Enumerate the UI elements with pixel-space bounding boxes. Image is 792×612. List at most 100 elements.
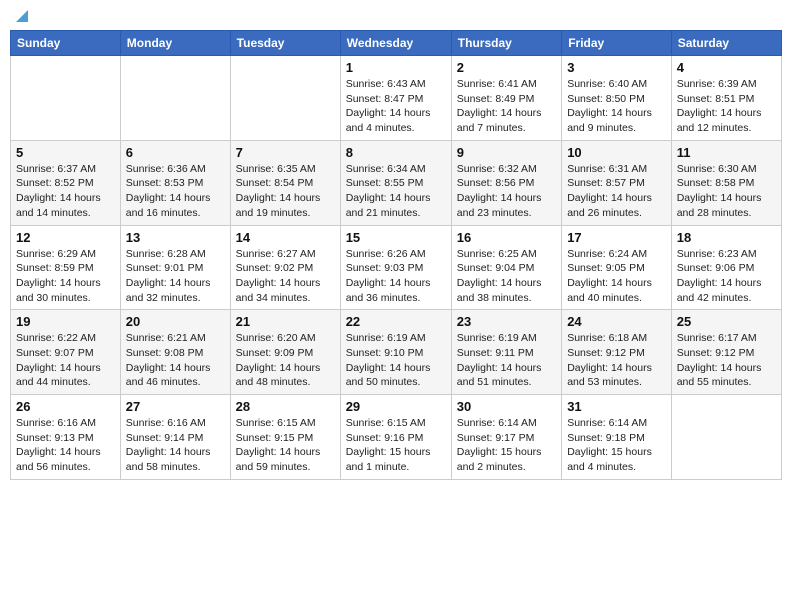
day-number: 24 [567, 314, 666, 329]
day-info: Sunrise: 6:15 AMSunset: 9:16 PMDaylight:… [346, 416, 446, 475]
header-monday: Monday [120, 31, 230, 56]
day-info: Sunrise: 6:32 AMSunset: 8:56 PMDaylight:… [457, 162, 556, 221]
day-cell: 10 Sunrise: 6:31 AMSunset: 8:57 PMDaylig… [562, 140, 672, 225]
day-cell: 19 Sunrise: 6:22 AMSunset: 9:07 PMDaylig… [11, 310, 121, 395]
day-info: Sunrise: 6:35 AMSunset: 8:54 PMDaylight:… [236, 162, 335, 221]
day-info: Sunrise: 6:15 AMSunset: 9:15 PMDaylight:… [236, 416, 335, 475]
day-number: 26 [16, 399, 115, 414]
day-cell: 15 Sunrise: 6:26 AMSunset: 9:03 PMDaylig… [340, 225, 451, 310]
day-number: 5 [16, 145, 115, 160]
day-number: 7 [236, 145, 335, 160]
header-friday: Friday [562, 31, 672, 56]
week-row-4: 19 Sunrise: 6:22 AMSunset: 9:07 PMDaylig… [11, 310, 782, 395]
day-info: Sunrise: 6:14 AMSunset: 9:17 PMDaylight:… [457, 416, 556, 475]
week-row-1: 1 Sunrise: 6:43 AMSunset: 8:47 PMDayligh… [11, 56, 782, 141]
day-cell: 1 Sunrise: 6:43 AMSunset: 8:47 PMDayligh… [340, 56, 451, 141]
day-info: Sunrise: 6:40 AMSunset: 8:50 PMDaylight:… [567, 77, 666, 136]
day-cell: 18 Sunrise: 6:23 AMSunset: 9:06 PMDaylig… [671, 225, 781, 310]
day-number: 15 [346, 230, 446, 245]
day-cell: 9 Sunrise: 6:32 AMSunset: 8:56 PMDayligh… [451, 140, 561, 225]
day-number: 28 [236, 399, 335, 414]
day-number: 20 [126, 314, 225, 329]
day-cell: 3 Sunrise: 6:40 AMSunset: 8:50 PMDayligh… [562, 56, 672, 141]
day-number: 23 [457, 314, 556, 329]
day-cell: 7 Sunrise: 6:35 AMSunset: 8:54 PMDayligh… [230, 140, 340, 225]
day-cell: 30 Sunrise: 6:14 AMSunset: 9:17 PMDaylig… [451, 395, 561, 480]
day-cell: 6 Sunrise: 6:36 AMSunset: 8:53 PMDayligh… [120, 140, 230, 225]
day-number: 10 [567, 145, 666, 160]
day-number: 11 [677, 145, 776, 160]
day-cell: 11 Sunrise: 6:30 AMSunset: 8:58 PMDaylig… [671, 140, 781, 225]
day-cell: 2 Sunrise: 6:41 AMSunset: 8:49 PMDayligh… [451, 56, 561, 141]
day-cell: 20 Sunrise: 6:21 AMSunset: 9:08 PMDaylig… [120, 310, 230, 395]
day-cell: 28 Sunrise: 6:15 AMSunset: 9:15 PMDaylig… [230, 395, 340, 480]
day-number: 25 [677, 314, 776, 329]
day-cell: 21 Sunrise: 6:20 AMSunset: 9:09 PMDaylig… [230, 310, 340, 395]
day-info: Sunrise: 6:21 AMSunset: 9:08 PMDaylight:… [126, 331, 225, 390]
day-info: Sunrise: 6:24 AMSunset: 9:05 PMDaylight:… [567, 247, 666, 306]
day-info: Sunrise: 6:16 AMSunset: 9:13 PMDaylight:… [16, 416, 115, 475]
day-info: Sunrise: 6:30 AMSunset: 8:58 PMDaylight:… [677, 162, 776, 221]
day-info: Sunrise: 6:16 AMSunset: 9:14 PMDaylight:… [126, 416, 225, 475]
day-cell: 8 Sunrise: 6:34 AMSunset: 8:55 PMDayligh… [340, 140, 451, 225]
day-info: Sunrise: 6:31 AMSunset: 8:57 PMDaylight:… [567, 162, 666, 221]
day-cell [230, 56, 340, 141]
day-info: Sunrise: 6:28 AMSunset: 9:01 PMDaylight:… [126, 247, 225, 306]
day-cell: 27 Sunrise: 6:16 AMSunset: 9:14 PMDaylig… [120, 395, 230, 480]
day-number: 12 [16, 230, 115, 245]
day-cell: 5 Sunrise: 6:37 AMSunset: 8:52 PMDayligh… [11, 140, 121, 225]
day-cell: 25 Sunrise: 6:17 AMSunset: 9:12 PMDaylig… [671, 310, 781, 395]
day-cell: 14 Sunrise: 6:27 AMSunset: 9:02 PMDaylig… [230, 225, 340, 310]
day-cell: 22 Sunrise: 6:19 AMSunset: 9:10 PMDaylig… [340, 310, 451, 395]
day-number: 1 [346, 60, 446, 75]
day-info: Sunrise: 6:23 AMSunset: 9:06 PMDaylight:… [677, 247, 776, 306]
day-number: 31 [567, 399, 666, 414]
week-row-5: 26 Sunrise: 6:16 AMSunset: 9:13 PMDaylig… [11, 395, 782, 480]
day-info: Sunrise: 6:26 AMSunset: 9:03 PMDaylight:… [346, 247, 446, 306]
day-cell: 13 Sunrise: 6:28 AMSunset: 9:01 PMDaylig… [120, 225, 230, 310]
day-cell: 29 Sunrise: 6:15 AMSunset: 9:16 PMDaylig… [340, 395, 451, 480]
day-info: Sunrise: 6:22 AMSunset: 9:07 PMDaylight:… [16, 331, 115, 390]
day-number: 8 [346, 145, 446, 160]
day-info: Sunrise: 6:29 AMSunset: 8:59 PMDaylight:… [16, 247, 115, 306]
day-cell: 17 Sunrise: 6:24 AMSunset: 9:05 PMDaylig… [562, 225, 672, 310]
day-number: 27 [126, 399, 225, 414]
header-row: SundayMondayTuesdayWednesdayThursdayFrid… [11, 31, 782, 56]
day-cell: 4 Sunrise: 6:39 AMSunset: 8:51 PMDayligh… [671, 56, 781, 141]
header-tuesday: Tuesday [230, 31, 340, 56]
day-info: Sunrise: 6:43 AMSunset: 8:47 PMDaylight:… [346, 77, 446, 136]
day-number: 30 [457, 399, 556, 414]
logo [14, 10, 28, 22]
day-info: Sunrise: 6:41 AMSunset: 8:49 PMDaylight:… [457, 77, 556, 136]
day-info: Sunrise: 6:34 AMSunset: 8:55 PMDaylight:… [346, 162, 446, 221]
day-cell: 31 Sunrise: 6:14 AMSunset: 9:18 PMDaylig… [562, 395, 672, 480]
day-number: 13 [126, 230, 225, 245]
day-number: 3 [567, 60, 666, 75]
day-info: Sunrise: 6:14 AMSunset: 9:18 PMDaylight:… [567, 416, 666, 475]
day-info: Sunrise: 6:20 AMSunset: 9:09 PMDaylight:… [236, 331, 335, 390]
day-cell: 12 Sunrise: 6:29 AMSunset: 8:59 PMDaylig… [11, 225, 121, 310]
day-info: Sunrise: 6:17 AMSunset: 9:12 PMDaylight:… [677, 331, 776, 390]
header-sunday: Sunday [11, 31, 121, 56]
day-number: 19 [16, 314, 115, 329]
day-number: 14 [236, 230, 335, 245]
page-header [10, 10, 782, 22]
day-number: 9 [457, 145, 556, 160]
day-info: Sunrise: 6:19 AMSunset: 9:10 PMDaylight:… [346, 331, 446, 390]
day-number: 22 [346, 314, 446, 329]
day-cell: 26 Sunrise: 6:16 AMSunset: 9:13 PMDaylig… [11, 395, 121, 480]
day-cell [671, 395, 781, 480]
day-cell: 24 Sunrise: 6:18 AMSunset: 9:12 PMDaylig… [562, 310, 672, 395]
day-number: 29 [346, 399, 446, 414]
day-number: 6 [126, 145, 225, 160]
day-info: Sunrise: 6:37 AMSunset: 8:52 PMDaylight:… [16, 162, 115, 221]
day-number: 21 [236, 314, 335, 329]
week-row-2: 5 Sunrise: 6:37 AMSunset: 8:52 PMDayligh… [11, 140, 782, 225]
day-number: 16 [457, 230, 556, 245]
day-info: Sunrise: 6:27 AMSunset: 9:02 PMDaylight:… [236, 247, 335, 306]
day-cell: 16 Sunrise: 6:25 AMSunset: 9:04 PMDaylig… [451, 225, 561, 310]
day-number: 2 [457, 60, 556, 75]
header-saturday: Saturday [671, 31, 781, 56]
day-cell: 23 Sunrise: 6:19 AMSunset: 9:11 PMDaylig… [451, 310, 561, 395]
day-info: Sunrise: 6:19 AMSunset: 9:11 PMDaylight:… [457, 331, 556, 390]
